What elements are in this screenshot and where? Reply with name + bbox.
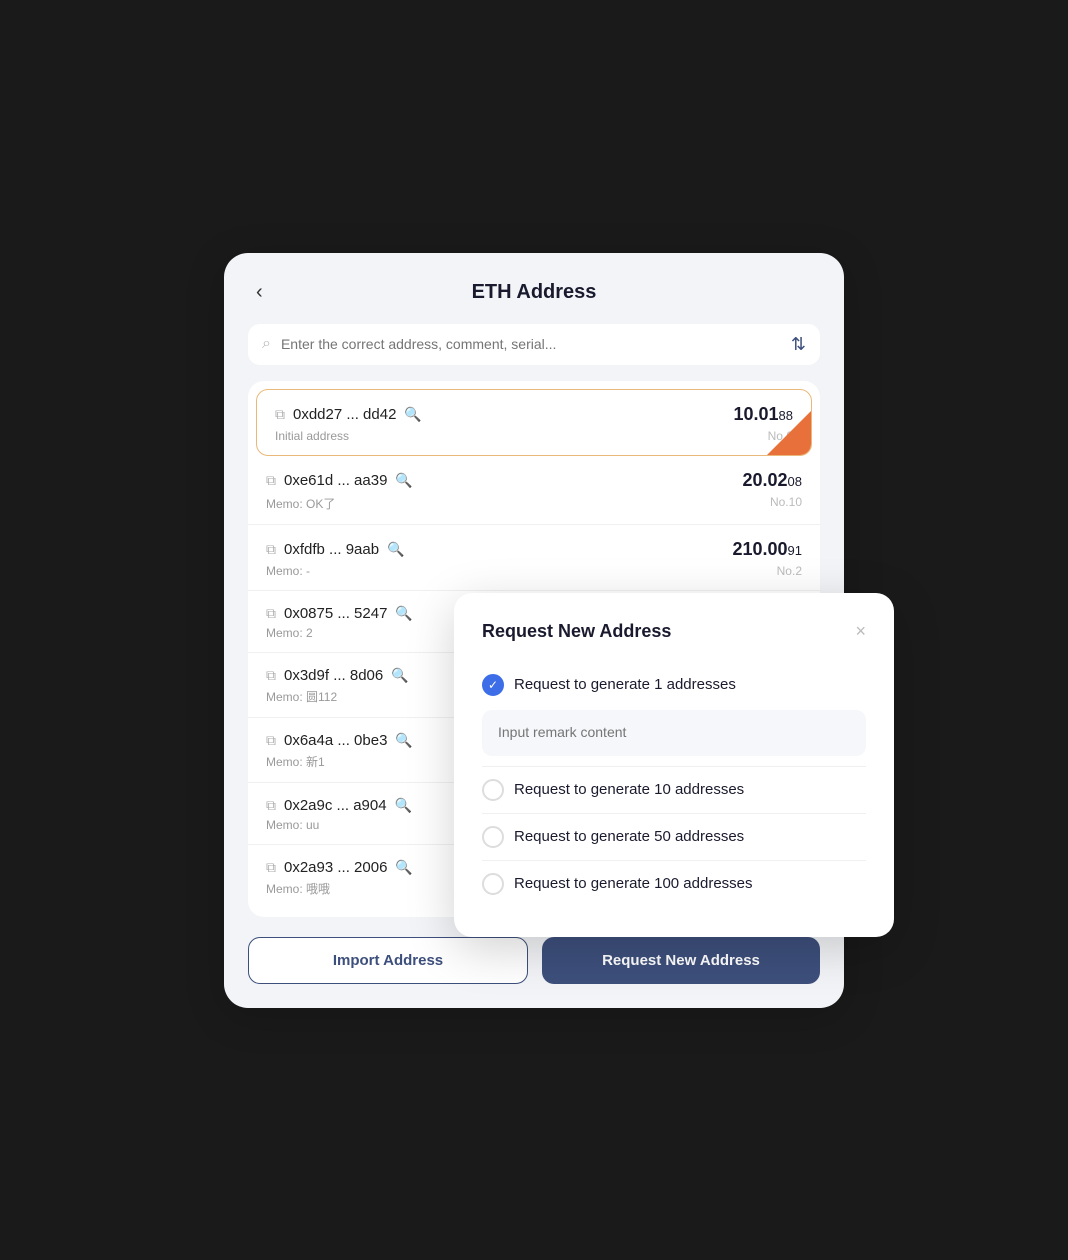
address-text-8: 0x2a93 ... 2006: [284, 859, 387, 876]
search-address-icon-4[interactable]: 🔍: [395, 605, 412, 622]
remark-input-wrap: [482, 710, 866, 756]
copy-icon-4[interactable]: ⧉: [266, 605, 276, 622]
modal-overlay: Request New Address × ✓ Request to gener…: [454, 593, 894, 937]
search-address-icon-6[interactable]: 🔍: [395, 732, 412, 749]
search-input[interactable]: [281, 336, 781, 352]
copy-icon-8[interactable]: ⧉: [266, 859, 276, 876]
import-address-button[interactable]: Import Address: [248, 937, 528, 984]
radio-circle-3: [482, 826, 504, 848]
radio-option-4[interactable]: Request to generate 100 addresses: [482, 863, 866, 905]
header: ‹ ETH Address: [248, 281, 820, 304]
radio-circle-4: [482, 873, 504, 895]
radio-circle-2: [482, 779, 504, 801]
filter-icon[interactable]: ⇅: [791, 334, 806, 355]
copy-icon-7[interactable]: ⧉: [266, 797, 276, 814]
amount-decimal-2: 08: [788, 474, 802, 489]
address-text-3: 0xfdfb ... 9aab: [284, 541, 379, 558]
request-new-address-button[interactable]: Request New Address: [542, 937, 820, 984]
copy-icon-5[interactable]: ⧉: [266, 667, 276, 684]
search-bar: ⌕ ⇅: [248, 324, 820, 365]
address-text-1: 0xdd27 ... dd42: [293, 406, 396, 423]
radio-label-4: Request to generate 100 addresses: [514, 875, 753, 892]
address-text-4: 0x0875 ... 5247: [284, 605, 387, 622]
memo-5: Memo: 圆112: [266, 688, 337, 705]
search-address-icon-3[interactable]: 🔍: [387, 541, 404, 558]
search-address-icon-5[interactable]: 🔍: [391, 667, 408, 684]
search-icon: ⌕: [262, 335, 271, 353]
address-item-3[interactable]: ⧉ 0xfdfb ... 9aab 🔍 210.0091 Memo: - No.…: [248, 525, 820, 591]
divider-2: [482, 813, 866, 814]
address-text-5: 0x3d9f ... 8d06: [284, 667, 383, 684]
radio-label-1: Request to generate 1 addresses: [514, 676, 736, 693]
search-address-icon-2[interactable]: 🔍: [395, 472, 412, 489]
memo-2: Memo: OK了: [266, 495, 335, 512]
no-badge-3: No.2: [777, 564, 802, 578]
memo-6: Memo: 新1: [266, 753, 325, 770]
amount-decimal-3: 91: [788, 543, 802, 558]
modal-header: Request New Address ×: [482, 621, 866, 642]
copy-icon-6[interactable]: ⧉: [266, 732, 276, 749]
address-item-2[interactable]: ⧉ 0xe61d ... aa39 🔍 20.0208 Memo: OK了 No…: [248, 456, 820, 525]
address-item-1[interactable]: ⧉ 0xdd27 ... dd42 🔍 10.0188 Initial addr…: [256, 389, 812, 456]
page-title: ETH Address: [472, 281, 597, 304]
amount-main-2: 20.02: [742, 470, 787, 490]
modal-title: Request New Address: [482, 621, 671, 642]
memo-1: Initial address: [275, 429, 349, 443]
radio-option-2[interactable]: Request to generate 10 addresses: [482, 769, 866, 811]
radio-option-3[interactable]: Request to generate 50 addresses: [482, 816, 866, 858]
remark-input[interactable]: [498, 724, 850, 740]
modal-close-button[interactable]: ×: [855, 622, 866, 640]
divider-1: [482, 766, 866, 767]
copy-icon-3[interactable]: ⧉: [266, 541, 276, 558]
memo-8: Memo: 哦哦: [266, 880, 330, 897]
bottom-bar: Import Address Request New Address: [248, 937, 820, 984]
request-new-address-modal: Request New Address × ✓ Request to gener…: [454, 593, 894, 937]
address-text-7: 0x2a9c ... a904: [284, 797, 387, 814]
divider-3: [482, 860, 866, 861]
radio-circle-1: ✓: [482, 674, 504, 696]
check-icon-1: ✓: [488, 678, 498, 692]
search-address-icon-8[interactable]: 🔍: [395, 859, 412, 876]
address-text-2: 0xe61d ... aa39: [284, 472, 387, 489]
corner-badge-1: [767, 411, 811, 455]
search-address-icon-1[interactable]: 🔍: [404, 406, 421, 423]
address-text-6: 0x6a4a ... 0be3: [284, 732, 387, 749]
copy-icon-2[interactable]: ⧉: [266, 472, 276, 489]
memo-3: Memo: -: [266, 564, 310, 578]
radio-label-2: Request to generate 10 addresses: [514, 781, 744, 798]
memo-4: Memo: 2: [266, 626, 313, 640]
amount-main-3: 210.00: [732, 539, 787, 559]
memo-7: Memo: uu: [266, 818, 319, 832]
main-card: ‹ ETH Address ⌕ ⇅ ⧉ 0xdd27 ... dd42 🔍 10…: [224, 253, 844, 1008]
search-address-icon-7[interactable]: 🔍: [395, 797, 412, 814]
radio-option-1[interactable]: ✓ Request to generate 1 addresses: [482, 664, 866, 706]
back-button[interactable]: ‹: [248, 277, 271, 308]
no-badge-2: No.10: [770, 495, 802, 512]
radio-label-3: Request to generate 50 addresses: [514, 828, 744, 845]
copy-icon-1[interactable]: ⧉: [275, 406, 285, 423]
